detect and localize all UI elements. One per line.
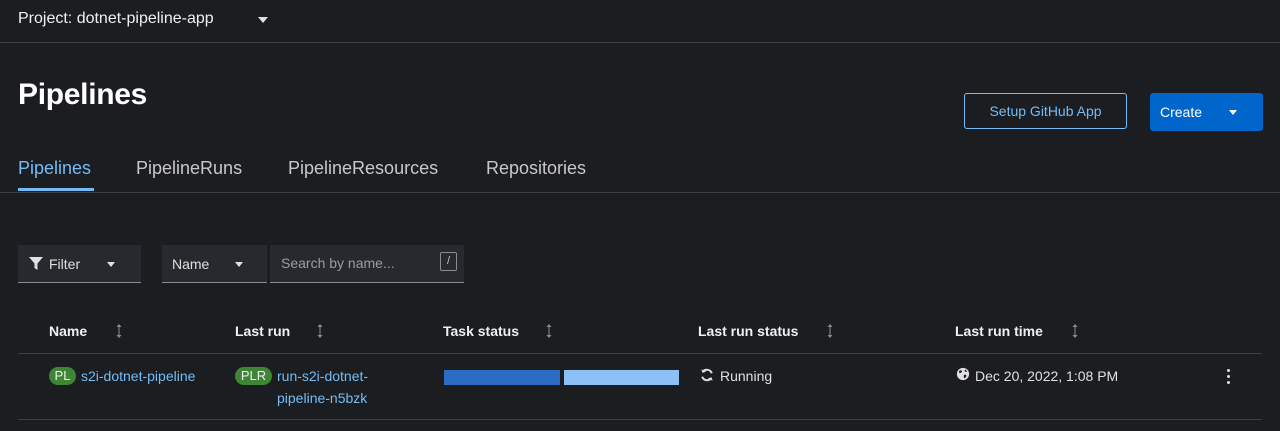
column-header-last-run-time[interactable]: Last run time (955, 323, 1043, 339)
setup-github-app-button[interactable]: Setup GitHub App (964, 93, 1127, 129)
kebab-dot (1227, 375, 1230, 378)
search-input[interactable] (270, 245, 430, 281)
tab-repositories[interactable]: Repositories (486, 158, 586, 179)
kebab-dot (1227, 369, 1230, 372)
tab-pipelineresources[interactable]: PipelineResources (288, 158, 438, 179)
last-run-status: Running (720, 368, 773, 384)
filter-icon (29, 257, 43, 270)
tab-pipelines[interactable]: Pipelines (18, 158, 91, 179)
task-status-bar-running (564, 370, 679, 385)
active-tab-indicator (18, 188, 94, 191)
last-run-link-continued[interactable]: pipeline-n5bzk (277, 390, 367, 406)
sort-icon[interactable] (116, 323, 122, 339)
column-header-task-status[interactable]: Task status (443, 323, 519, 339)
pipeline-badge: PL (49, 367, 76, 385)
search-box (270, 245, 464, 283)
create-button[interactable]: Create (1150, 93, 1263, 131)
sort-icon[interactable] (827, 323, 833, 339)
chevron-down-icon (235, 262, 243, 267)
column-header-name[interactable]: Name (49, 323, 87, 339)
create-button-label: Create (1160, 104, 1203, 120)
chevron-down-icon[interactable] (1229, 110, 1237, 115)
chevron-down-icon (107, 262, 115, 267)
sync-icon (701, 368, 713, 382)
sort-icon[interactable] (317, 323, 323, 339)
search-attribute-select[interactable]: Name (162, 245, 267, 283)
last-run-time: Dec 20, 2022, 1:08 PM (975, 368, 1119, 384)
task-status-bar-succeeded (444, 370, 560, 385)
globe-icon (956, 367, 970, 381)
tab-pipelineruns[interactable]: PipelineRuns (136, 158, 242, 179)
filter-dropdown[interactable]: Filter (18, 245, 141, 283)
chevron-down-icon[interactable] (258, 17, 268, 23)
last-run-link[interactable]: run-s2i-dotnet- (277, 368, 368, 384)
column-header-last-run-status[interactable]: Last run status (698, 323, 798, 339)
keyboard-shortcut-hint: / (440, 252, 457, 271)
pipelinerun-badge: PLR (235, 367, 272, 385)
filter-label: Filter (49, 256, 81, 272)
table-header-divider (18, 353, 1262, 354)
kebab-dot (1227, 381, 1230, 384)
pipeline-name-link[interactable]: s2i-dotnet-pipeline (81, 368, 195, 384)
column-header-last-run[interactable]: Last run (235, 323, 290, 339)
page-title: Pipelines (18, 78, 148, 111)
project-selector[interactable]: Project: dotnet-pipeline-app (18, 10, 214, 28)
sort-icon[interactable] (1072, 323, 1078, 339)
row-actions-kebab-icon[interactable] (1223, 366, 1235, 386)
table-row-divider (18, 419, 1262, 420)
search-attribute-label: Name (172, 256, 210, 272)
tab-bar: Pipelines PipelineRuns PipelineResources… (0, 150, 1280, 193)
sort-icon[interactable] (546, 323, 552, 339)
